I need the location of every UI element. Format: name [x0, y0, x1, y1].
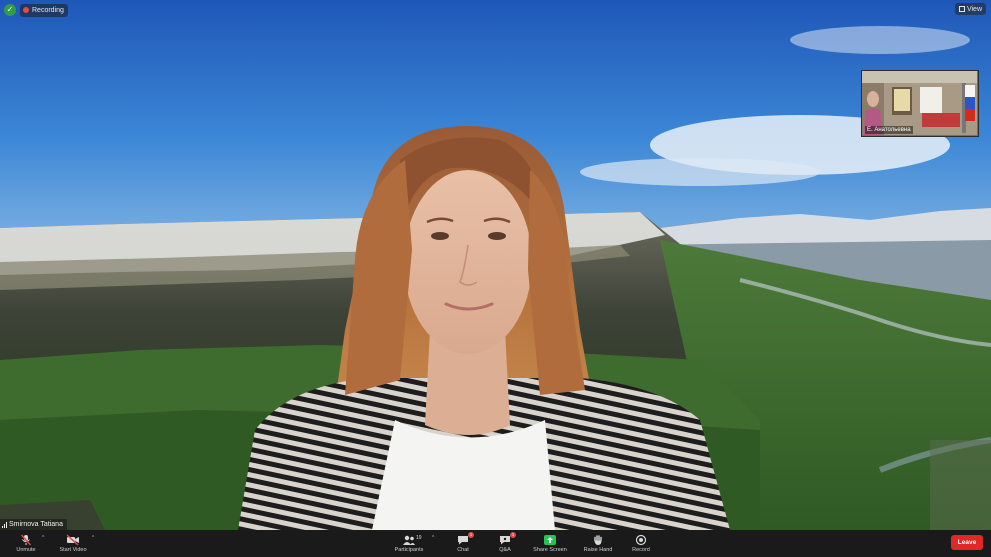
- start-video-label: Start Video: [59, 546, 87, 553]
- microphone-muted-icon: [20, 534, 32, 546]
- participants-icon: 19: [402, 534, 422, 546]
- qa-button[interactable]: 1 Q&A: [490, 530, 520, 557]
- raise-hand-button[interactable]: Raise Hand: [578, 530, 618, 557]
- participants-options-chevron-icon[interactable]: ^: [432, 535, 434, 541]
- start-video-button[interactable]: Start Video: [54, 530, 92, 557]
- encryption-shield-icon[interactable]: ✓: [4, 4, 16, 16]
- virtual-background-scene: [0, 0, 991, 530]
- recording-pill[interactable]: Recording: [20, 3, 68, 17]
- chat-label: Chat: [457, 546, 469, 553]
- participants-label: Participants: [394, 546, 424, 553]
- record-icon: [635, 534, 647, 546]
- speaker-name: Smirnova Tatiana: [9, 521, 63, 528]
- signal-strength-icon: [2, 521, 7, 528]
- view-button[interactable]: View: [954, 3, 986, 15]
- recording-dot-icon: [23, 7, 29, 13]
- chat-button[interactable]: 1 Chat: [448, 530, 478, 557]
- view-label: View: [966, 5, 982, 13]
- meeting-toolbar: Unmute ^ Start Video ^ 19 Participants ^…: [0, 530, 991, 557]
- participants-count: 19: [416, 534, 422, 541]
- video-options-chevron-icon[interactable]: ^: [92, 535, 94, 541]
- thumbnail-participant-name: Е. Анатольевна: [865, 126, 913, 134]
- raise-hand-label: Raise Hand: [583, 546, 613, 553]
- record-button[interactable]: Record: [626, 530, 656, 557]
- share-screen-label: Share Screen: [533, 546, 567, 553]
- grid-view-icon: [958, 6, 965, 12]
- recording-indicator: ✓ Recording: [4, 3, 68, 17]
- speaker-name-label: Smirnova Tatiana: [0, 519, 67, 530]
- main-video-feed: [0, 0, 991, 530]
- qa-unread-badge: 1: [510, 531, 516, 538]
- record-label: Record: [632, 546, 650, 553]
- participant-thumbnail[interactable]: Е. Анатольевна: [861, 70, 979, 137]
- chat-unread-badge: 1: [468, 531, 474, 538]
- video-meeting-window: ✓ Recording View Е. Анатольевна Smirnova…: [0, 0, 991, 557]
- share-screen-button[interactable]: Share Screen: [530, 530, 570, 557]
- audio-options-chevron-icon[interactable]: ^: [42, 535, 44, 541]
- unmute-label: Unmute: [16, 546, 36, 553]
- qa-bubble-icon: 1: [499, 531, 516, 546]
- chat-bubble-icon: 1: [457, 531, 474, 546]
- participants-button[interactable]: 19 Participants: [390, 530, 428, 557]
- video-camera-off-icon: [66, 533, 80, 546]
- share-screen-icon: [543, 534, 557, 546]
- leave-meeting-button[interactable]: Leave: [951, 535, 983, 550]
- recording-label: Recording: [32, 6, 64, 14]
- unmute-button[interactable]: Unmute: [10, 530, 42, 557]
- raise-hand-icon: [592, 534, 604, 546]
- qa-label: Q&A: [499, 546, 511, 553]
